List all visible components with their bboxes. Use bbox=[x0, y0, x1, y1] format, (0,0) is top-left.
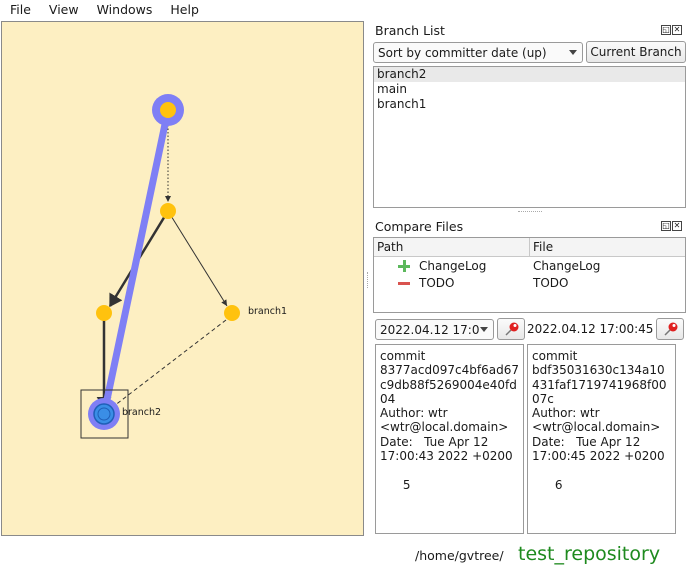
status-repository: test_repository bbox=[518, 543, 661, 565]
minus-icon bbox=[398, 277, 410, 289]
menu-help[interactable]: Help bbox=[161, 0, 208, 20]
branch2-label: branch2 bbox=[122, 407, 161, 418]
row-file: TODO bbox=[533, 275, 569, 290]
status-path: /home/gvtree/ bbox=[415, 548, 504, 563]
column-header-path[interactable]: Path bbox=[374, 238, 530, 256]
close-icon[interactable]: ✕ bbox=[672, 221, 682, 231]
horizontal-splitter-handle[interactable] bbox=[518, 211, 542, 214]
menu-file[interactable]: File bbox=[0, 0, 40, 20]
float-icon[interactable]: ◱ bbox=[661, 25, 671, 35]
vertical-splitter-handle[interactable] bbox=[367, 272, 370, 288]
branch-list-item[interactable]: branch2 bbox=[374, 67, 685, 82]
branch-list[interactable]: branch2 main branch1 bbox=[373, 66, 686, 208]
commit-graph: branch1 branch2 bbox=[80, 94, 287, 439]
branch1-label: branch1 bbox=[248, 306, 287, 317]
pin-icon bbox=[664, 322, 678, 336]
compare-files-title: Compare Files bbox=[375, 219, 464, 234]
plus-icon bbox=[398, 259, 410, 272]
chevron-down-icon bbox=[480, 327, 488, 332]
chevron-down-icon bbox=[569, 50, 577, 55]
commit-node-branch2[interactable] bbox=[93, 403, 115, 425]
branch-sort-value: Sort by committer date (up) bbox=[378, 45, 547, 60]
menu-view[interactable]: View bbox=[40, 0, 88, 20]
right-commit-details[interactable]: commit bdf35031630c134a10431faf171974196… bbox=[527, 344, 676, 534]
menu-windows[interactable]: Windows bbox=[88, 0, 162, 20]
row-file: ChangeLog bbox=[533, 258, 601, 273]
pin-icon bbox=[505, 322, 519, 336]
left-commit-select[interactable]: 2022.04.12 17:0 bbox=[375, 319, 494, 340]
commit-node-mid[interactable] bbox=[160, 203, 176, 219]
table-row[interactable]: ChangeLog ChangeLog bbox=[374, 257, 685, 274]
pick-right-commit-button[interactable] bbox=[656, 318, 684, 340]
commit-node-root[interactable] bbox=[160, 102, 176, 118]
compare-files-table[interactable]: Path File ChangeLog ChangeLog TODO TODO bbox=[373, 237, 686, 313]
current-branch-button[interactable]: Current Branch bbox=[586, 41, 686, 63]
row-path: TODO bbox=[419, 275, 455, 290]
menu-bar: File View Windows Help bbox=[0, 0, 688, 20]
edge-mid-to-branch1 bbox=[167, 210, 228, 307]
edge-branch1-to-branch2 bbox=[113, 319, 227, 407]
close-icon[interactable]: ✕ bbox=[672, 25, 682, 35]
commit-node-branch1[interactable] bbox=[224, 305, 240, 321]
commit-graph-canvas[interactable]: branch1 branch2 bbox=[1, 21, 364, 536]
highlight-path bbox=[100, 106, 172, 418]
commit-node-main[interactable] bbox=[96, 305, 112, 321]
branch-list-item[interactable]: main bbox=[374, 82, 685, 97]
branch-sort-select[interactable]: Sort by committer date (up) bbox=[373, 42, 583, 63]
branch-list-title: Branch List bbox=[375, 23, 445, 38]
row-path: ChangeLog bbox=[419, 258, 487, 273]
column-header-file[interactable]: File bbox=[530, 238, 553, 256]
float-icon[interactable]: ◱ bbox=[661, 221, 671, 231]
table-row[interactable]: TODO TODO bbox=[374, 274, 685, 291]
left-commit-date: 2022.04.12 17:0 bbox=[380, 322, 480, 337]
left-commit-details[interactable]: commit 8377acd097c4bf6ad67c9db88f5269004… bbox=[375, 344, 524, 534]
branch-list-item[interactable]: branch1 bbox=[374, 97, 685, 112]
pick-left-commit-button[interactable] bbox=[497, 318, 525, 340]
right-commit-date: 2022.04.12 17:00:45 bbox=[527, 322, 654, 336]
